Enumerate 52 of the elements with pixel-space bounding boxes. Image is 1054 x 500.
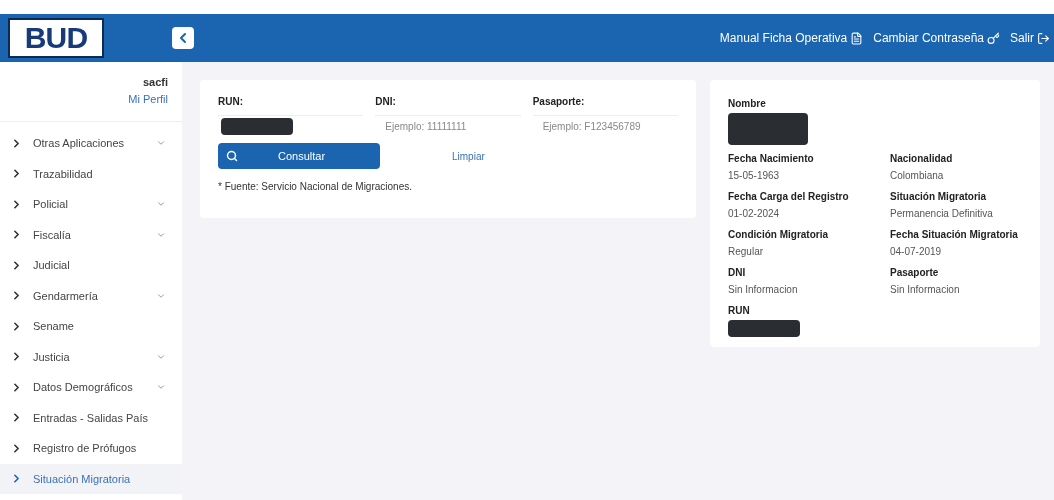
user-name: sacfi bbox=[142, 75, 168, 90]
redaction-bar bbox=[728, 320, 800, 337]
field-value: 01-02-2024 bbox=[728, 207, 781, 221]
sidebar-item[interactable]: Gendarmería bbox=[0, 280, 182, 311]
sidebar-item[interactable]: Justicia bbox=[0, 341, 182, 372]
collapse-sidebar-button[interactable] bbox=[172, 27, 194, 49]
search-icon bbox=[226, 150, 238, 162]
header-link[interactable]: Manual Ficha Operativa bbox=[719, 29, 864, 47]
field-label: Fecha Carga del Registro bbox=[728, 190, 850, 204]
field-label: Nombre bbox=[728, 97, 767, 111]
sidebar-item[interactable]: Fiscalía bbox=[0, 219, 182, 250]
redaction-bar bbox=[221, 118, 293, 135]
sidebar-item[interactable]: Sename bbox=[0, 311, 182, 342]
sidebar-item[interactable]: Policial bbox=[0, 189, 182, 220]
field-label: Situación Migratoria bbox=[890, 190, 988, 204]
sidebar-item[interactable]: Registro de Prófugos bbox=[0, 433, 182, 464]
field-label: Pasaporte: bbox=[532, 95, 586, 109]
input-field[interactable]: Ejemplo: 11111111 bbox=[375, 115, 521, 137]
field-value: Permanencia Definitiva bbox=[890, 207, 994, 221]
field-label: Condición Migratoria bbox=[728, 228, 829, 242]
clear-link[interactable]: Limpiar bbox=[452, 148, 485, 164]
field-label: Nacionalidad bbox=[890, 152, 954, 166]
search-button[interactable]: Consultar bbox=[218, 143, 380, 169]
logo: BUD bbox=[8, 18, 104, 58]
field-value: Regular bbox=[728, 245, 765, 259]
field-value: Colombiana bbox=[890, 169, 945, 183]
field-label: Pasaporte bbox=[890, 266, 940, 280]
field-label: RUN bbox=[728, 304, 751, 318]
document-icon bbox=[850, 31, 864, 45]
key-icon bbox=[987, 31, 1000, 45]
field-value: Sin Informacion bbox=[728, 283, 799, 297]
sidebar-item[interactable]: Otras Aplicaciones bbox=[0, 128, 182, 159]
input-field[interactable]: Ejemplo: F123456789 bbox=[532, 115, 678, 137]
source-note: * Fuente: Servicio Nacional de Migraciones. bbox=[218, 180, 413, 194]
profile-link[interactable]: Mi Perfil bbox=[128, 90, 168, 107]
header-link[interactable]: Cambiar Contraseña bbox=[873, 29, 1000, 47]
sidebar-item[interactable]: Datos Demográficos bbox=[0, 372, 182, 403]
field-label: RUN: bbox=[218, 95, 244, 109]
sidebar-item[interactable]: Entradas - Salidas País bbox=[0, 402, 182, 433]
input-field[interactable] bbox=[218, 115, 364, 137]
sidebar-item[interactable]: Situación Migratoria bbox=[0, 463, 182, 494]
field-value: 15-05-1963 bbox=[728, 169, 781, 183]
field-label: DNI bbox=[728, 266, 747, 280]
field-label: DNI: bbox=[375, 95, 397, 109]
field-label: Fecha Situación Migratoria bbox=[890, 228, 1019, 242]
logout-icon bbox=[1037, 31, 1050, 45]
field-value: Sin Informacion bbox=[890, 283, 961, 297]
field-label: Fecha Nacimiento bbox=[728, 152, 815, 166]
header-link[interactable]: Salir bbox=[1010, 29, 1050, 47]
field-value: 04-07-2019 bbox=[890, 245, 943, 259]
sidebar-item[interactable]: Judicial bbox=[0, 250, 182, 281]
sidebar-item[interactable]: Trazabilidad bbox=[0, 158, 182, 189]
